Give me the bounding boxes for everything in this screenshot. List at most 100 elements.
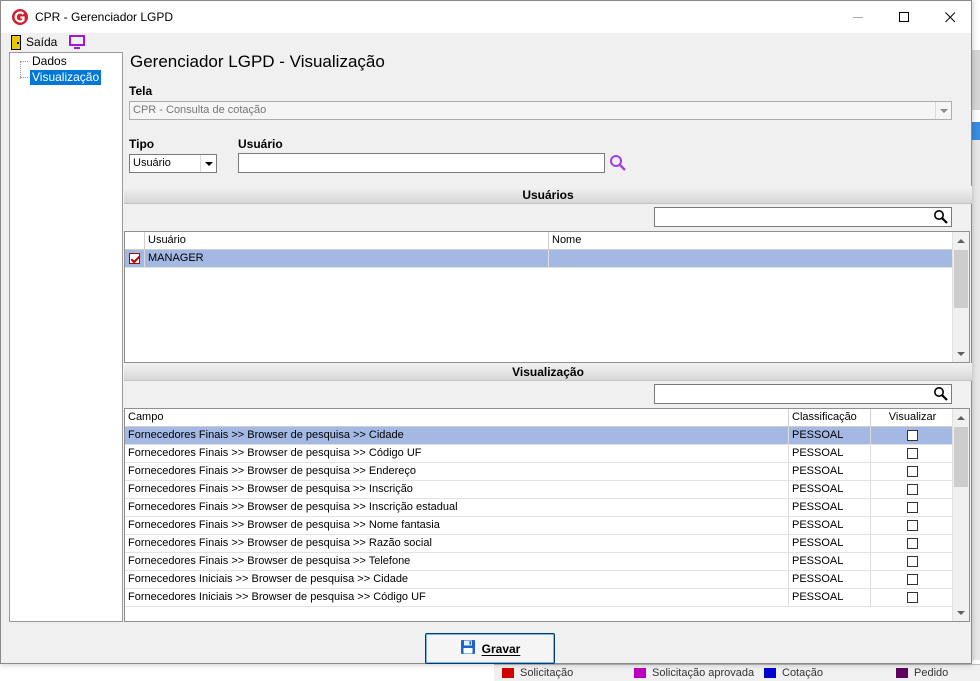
table-row[interactable]: Fornecedores Finais >> Browser de pesqui… — [125, 535, 954, 553]
column-header-visualizar[interactable]: Visualizar — [871, 409, 954, 426]
tree-item-visualizacao[interactable]: Visualização — [30, 70, 102, 85]
maximize-button[interactable] — [881, 1, 927, 33]
usuario-label: Usuário — [238, 137, 283, 151]
campo-cell: Fornecedores Iniciais >> Browser de pesq… — [125, 589, 789, 606]
visualizar-cell[interactable] — [871, 571, 954, 588]
table-row[interactable]: Fornecedores Iniciais >> Browser de pesq… — [125, 571, 954, 589]
scroll-up-icon[interactable] — [953, 232, 969, 249]
visualizar-cell[interactable] — [871, 427, 954, 444]
view-section-header: Visualização — [124, 363, 972, 381]
users-grid: Usuário Nome MANAGER — [124, 231, 970, 363]
visualizar-cell[interactable] — [871, 589, 954, 606]
scroll-down-icon[interactable] — [953, 345, 969, 362]
legend-swatch — [896, 668, 908, 678]
visualizar-checkbox[interactable] — [907, 448, 918, 459]
visualizar-checkbox[interactable] — [907, 520, 918, 531]
title-bar[interactable]: CPR - Gerenciador LGPD — [1, 1, 971, 33]
classificacao-cell: PESSOAL — [789, 481, 871, 498]
save-button[interactable]: Gravar — [425, 633, 555, 664]
visualizar-checkbox[interactable] — [907, 502, 918, 513]
classificacao-cell: PESSOAL — [789, 553, 871, 570]
table-row[interactable]: Fornecedores Finais >> Browser de pesqui… — [125, 481, 954, 499]
search-icon[interactable] — [609, 154, 627, 172]
legend-item: Solicitação aprovada — [634, 667, 754, 679]
visualizar-checkbox[interactable] — [907, 430, 918, 441]
tipo-select-value: Usuário — [133, 157, 171, 169]
visualizar-checkbox[interactable] — [907, 574, 918, 585]
users-filter-input[interactable] — [654, 207, 952, 227]
campo-cell: Fornecedores Finais >> Browser de pesqui… — [125, 463, 789, 480]
visualizar-cell[interactable] — [871, 445, 954, 462]
view-grid: Campo Classificação Visualizar Fornecedo… — [124, 408, 970, 622]
window-title: CPR - Gerenciador LGPD — [35, 10, 174, 24]
column-header-nome[interactable]: Nome — [549, 232, 954, 249]
search-icon[interactable] — [933, 209, 949, 225]
view-grid-header: Campo Classificação Visualizar — [125, 409, 954, 427]
background-panel — [972, 50, 980, 110]
campo-cell: Fornecedores Iniciais >> Browser de pesq… — [125, 571, 789, 588]
checked-checkbox[interactable] — [129, 253, 140, 264]
monitor-icon[interactable] — [69, 35, 86, 49]
tela-label: Tela — [129, 84, 153, 98]
table-row[interactable]: Fornecedores Finais >> Browser de pesqui… — [125, 517, 954, 535]
scroll-up-icon[interactable] — [953, 409, 969, 426]
search-icon[interactable] — [933, 386, 949, 402]
row-checkbox-cell[interactable] — [125, 250, 145, 267]
table-row[interactable]: Fornecedores Iniciais >> Browser de pesq… — [125, 589, 954, 607]
scroll-down-icon[interactable] — [953, 604, 969, 621]
view-filter-input[interactable] — [654, 384, 952, 404]
campo-cell: Fornecedores Finais >> Browser de pesqui… — [125, 427, 789, 444]
visualizar-cell[interactable] — [871, 499, 954, 516]
campo-cell: Fornecedores Finais >> Browser de pesqui… — [125, 499, 789, 516]
table-row[interactable]: Fornecedores Finais >> Browser de pesqui… — [125, 445, 954, 463]
visualizar-checkbox[interactable] — [907, 484, 918, 495]
campo-cell: Fornecedores Finais >> Browser de pesqui… — [125, 445, 789, 462]
visualizar-cell[interactable] — [871, 553, 954, 570]
table-row[interactable]: Fornecedores Finais >> Browser de pesqui… — [125, 499, 954, 517]
page-title: Gerenciador LGPD - Visualização — [130, 52, 385, 71]
visualizar-checkbox[interactable] — [907, 466, 918, 477]
campo-cell: Fornecedores Finais >> Browser de pesqui… — [125, 535, 789, 552]
scroll-thumb[interactable] — [954, 427, 968, 487]
minimize-button[interactable] — [835, 1, 881, 33]
nome-cell — [549, 250, 954, 267]
tree-item-dados[interactable]: Dados — [30, 54, 69, 69]
classificacao-cell: PESSOAL — [789, 499, 871, 516]
table-row[interactable]: Fornecedores Finais >> Browser de pesqui… — [125, 427, 954, 445]
exit-label: Saída — [26, 35, 58, 49]
visualizar-checkbox[interactable] — [907, 592, 918, 603]
usuario-input[interactable] — [238, 153, 605, 173]
chevron-down-icon[interactable] — [200, 155, 216, 172]
column-header-campo[interactable]: Campo — [125, 409, 789, 426]
view-scrollbar[interactable] — [952, 409, 969, 621]
classificacao-cell: PESSOAL — [789, 445, 871, 462]
visualizar-cell[interactable] — [871, 481, 954, 498]
table-row[interactable]: Fornecedores Finais >> Browser de pesqui… — [125, 463, 954, 481]
classificacao-cell: PESSOAL — [789, 571, 871, 588]
tipo-select[interactable]: Usuário — [129, 154, 217, 173]
legend-swatch — [634, 668, 646, 678]
visualizar-cell[interactable] — [871, 535, 954, 552]
visualizar-checkbox[interactable] — [907, 556, 918, 567]
visualizar-checkbox[interactable] — [907, 538, 918, 549]
users-scrollbar[interactable] — [952, 232, 969, 362]
usuario-cell: MANAGER — [145, 250, 549, 267]
column-header-usuario[interactable]: Usuário — [145, 232, 549, 249]
exit-button[interactable]: Saída — [11, 34, 58, 50]
campo-cell: Fornecedores Finais >> Browser de pesqui… — [125, 553, 789, 570]
close-button[interactable] — [927, 1, 973, 33]
chevron-down-icon[interactable] — [935, 102, 951, 119]
classificacao-cell: PESSOAL — [789, 427, 871, 444]
column-header-classificacao[interactable]: Classificação — [789, 409, 871, 426]
table-row[interactable]: Fornecedores Finais >> Browser de pesqui… — [125, 553, 954, 571]
legend-swatch — [764, 668, 776, 678]
tela-select[interactable]: CPR - Consulta de cotação — [129, 101, 952, 120]
door-icon — [11, 34, 21, 50]
legend-item: Pedido — [896, 667, 948, 679]
visualizar-cell[interactable] — [871, 517, 954, 534]
table-row[interactable]: MANAGER — [125, 250, 954, 268]
scroll-thumb[interactable] — [954, 250, 968, 308]
classificacao-cell: PESSOAL — [789, 463, 871, 480]
background-highlight — [972, 122, 980, 142]
visualizar-cell[interactable] — [871, 463, 954, 480]
